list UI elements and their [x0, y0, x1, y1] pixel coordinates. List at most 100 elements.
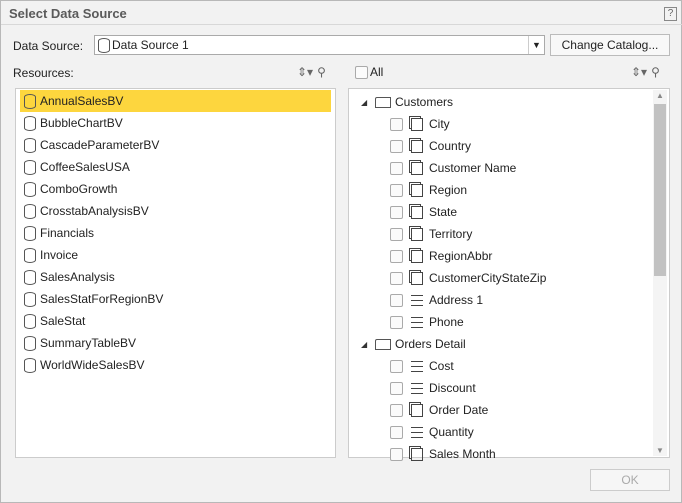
tree-folder[interactable]: ◢ Orders Detail [357, 333, 653, 355]
expand-triangle-icon[interactable]: ◢ [361, 98, 373, 107]
resource-label: SalesAnalysis [40, 270, 115, 284]
database-icon [24, 291, 36, 307]
dimension-icon [411, 117, 423, 131]
tree-field[interactable]: CustomerCityStateZip [357, 267, 653, 289]
scrollbar-thumb[interactable] [654, 104, 666, 276]
tree-field[interactable]: Cost [357, 355, 653, 377]
database-icon [24, 115, 36, 131]
database-icon [24, 137, 36, 153]
scrollbar[interactable]: ▲ ▼ [653, 90, 667, 456]
search-icon[interactable]: ⚲ [651, 65, 660, 79]
measure-icon [411, 426, 423, 438]
all-label: All [370, 65, 384, 79]
tree-field[interactable]: Country [357, 135, 653, 157]
resource-label: WorldWideSalesBV [40, 358, 145, 372]
tree-field[interactable]: City [357, 113, 653, 135]
field-checkbox[interactable] [390, 315, 403, 329]
fields-tree-panel: ◢ Customers City Country Customer Name Region… [348, 88, 670, 461]
field-checkbox[interactable] [390, 447, 403, 461]
field-checkbox[interactable] [390, 293, 403, 307]
tree-field[interactable]: Order Date [357, 399, 653, 421]
change-catalog-button[interactable]: Change Catalog... [550, 34, 670, 56]
database-icon [98, 37, 110, 53]
dimension-icon [411, 271, 423, 285]
tree-field[interactable]: Territory [357, 223, 653, 245]
resource-label: SaleStat [40, 314, 86, 328]
tree-folder[interactable]: ◢ Customers [357, 91, 653, 113]
field-checkbox[interactable] [390, 381, 403, 395]
field-checkbox[interactable] [390, 403, 403, 417]
measure-icon [411, 316, 423, 328]
resource-item[interactable]: CoffeeSalesUSA [20, 156, 331, 178]
tree-field[interactable]: Address 1 [357, 289, 653, 311]
resource-item[interactable]: ComboGrowth [20, 178, 331, 200]
resource-item[interactable]: SalesAnalysis [20, 266, 331, 288]
sort-icon[interactable]: ⇕▾ [297, 65, 313, 79]
resource-label: CoffeeSalesUSA [40, 160, 130, 174]
database-icon [24, 269, 36, 285]
tree-field[interactable]: State [357, 201, 653, 223]
expand-triangle-icon[interactable]: ◢ [361, 340, 373, 349]
resource-label: BubbleChartBV [40, 116, 123, 130]
field-checkbox[interactable] [390, 139, 403, 153]
field-checkbox[interactable] [390, 183, 403, 197]
scroll-down-icon[interactable]: ▼ [653, 446, 667, 455]
data-source-label: Data Source: [13, 39, 84, 53]
database-icon [24, 181, 36, 197]
field-label: Cost [429, 359, 454, 373]
field-label: Discount [429, 381, 476, 395]
resource-item[interactable]: BubbleChartBV [20, 112, 331, 134]
sort-icon[interactable]: ⇕▾ [631, 65, 647, 79]
dimension-icon [411, 205, 423, 219]
resource-item[interactable]: Invoice [20, 244, 331, 266]
tree-field[interactable]: Sales Month [357, 443, 653, 465]
field-label: Address 1 [429, 293, 484, 307]
dimension-icon [411, 139, 423, 153]
data-source-select[interactable]: Data Source 1 ▼ [94, 35, 545, 55]
field-checkbox[interactable] [390, 117, 403, 131]
field-label: Sales Month [429, 447, 496, 461]
ok-button[interactable]: OK [590, 469, 670, 491]
resource-item[interactable]: Financials [20, 222, 331, 244]
dimension-icon [411, 227, 423, 241]
scroll-up-icon[interactable]: ▲ [653, 91, 667, 100]
field-checkbox[interactable] [390, 161, 403, 175]
tree-field[interactable]: RegionAbbr [357, 245, 653, 267]
database-icon [24, 335, 36, 351]
field-label: Customer Name [429, 161, 517, 175]
measure-icon [411, 294, 423, 306]
field-checkbox[interactable] [390, 205, 403, 219]
field-label: RegionAbbr [429, 249, 493, 263]
folder-icon [375, 338, 391, 350]
field-checkbox[interactable] [390, 227, 403, 241]
tree-field[interactable]: Discount [357, 377, 653, 399]
dimension-icon [411, 183, 423, 197]
resource-item[interactable]: SaleStat [20, 310, 331, 332]
select-all-checkbox[interactable] [355, 65, 368, 79]
dimension-icon [411, 403, 423, 417]
resource-item[interactable]: WorldWideSalesBV [20, 354, 331, 376]
resource-item[interactable]: SalesStatForRegionBV [20, 288, 331, 310]
field-checkbox[interactable] [390, 249, 403, 263]
help-icon[interactable]: ? [664, 7, 677, 21]
dropdown-arrow-icon[interactable]: ▼ [528, 36, 544, 54]
fields-tree[interactable]: ◢ Customers City Country Customer Name Region… [357, 90, 653, 465]
field-checkbox[interactable] [390, 359, 403, 373]
database-icon [24, 203, 36, 219]
database-icon [24, 93, 36, 109]
resources-list[interactable]: AnnualSalesBV BubbleChartBV CascadeParamet… [15, 88, 336, 458]
search-icon[interactable]: ⚲ [317, 65, 326, 79]
tree-field[interactable]: Phone [357, 311, 653, 333]
database-icon [24, 247, 36, 263]
field-checkbox[interactable] [390, 271, 403, 285]
resource-item[interactable]: CrosstabAnalysisBV [20, 200, 331, 222]
resource-item[interactable]: SummaryTableBV [20, 332, 331, 354]
dialog-title: Select Data Source [9, 6, 127, 21]
tree-field[interactable]: Quantity [357, 421, 653, 443]
resource-item[interactable]: CascadeParameterBV [20, 134, 331, 156]
field-checkbox[interactable] [390, 425, 403, 439]
tree-field[interactable]: Customer Name [357, 157, 653, 179]
measure-icon [411, 382, 423, 394]
tree-field[interactable]: Region [357, 179, 653, 201]
resource-item[interactable]: AnnualSalesBV [20, 90, 331, 112]
